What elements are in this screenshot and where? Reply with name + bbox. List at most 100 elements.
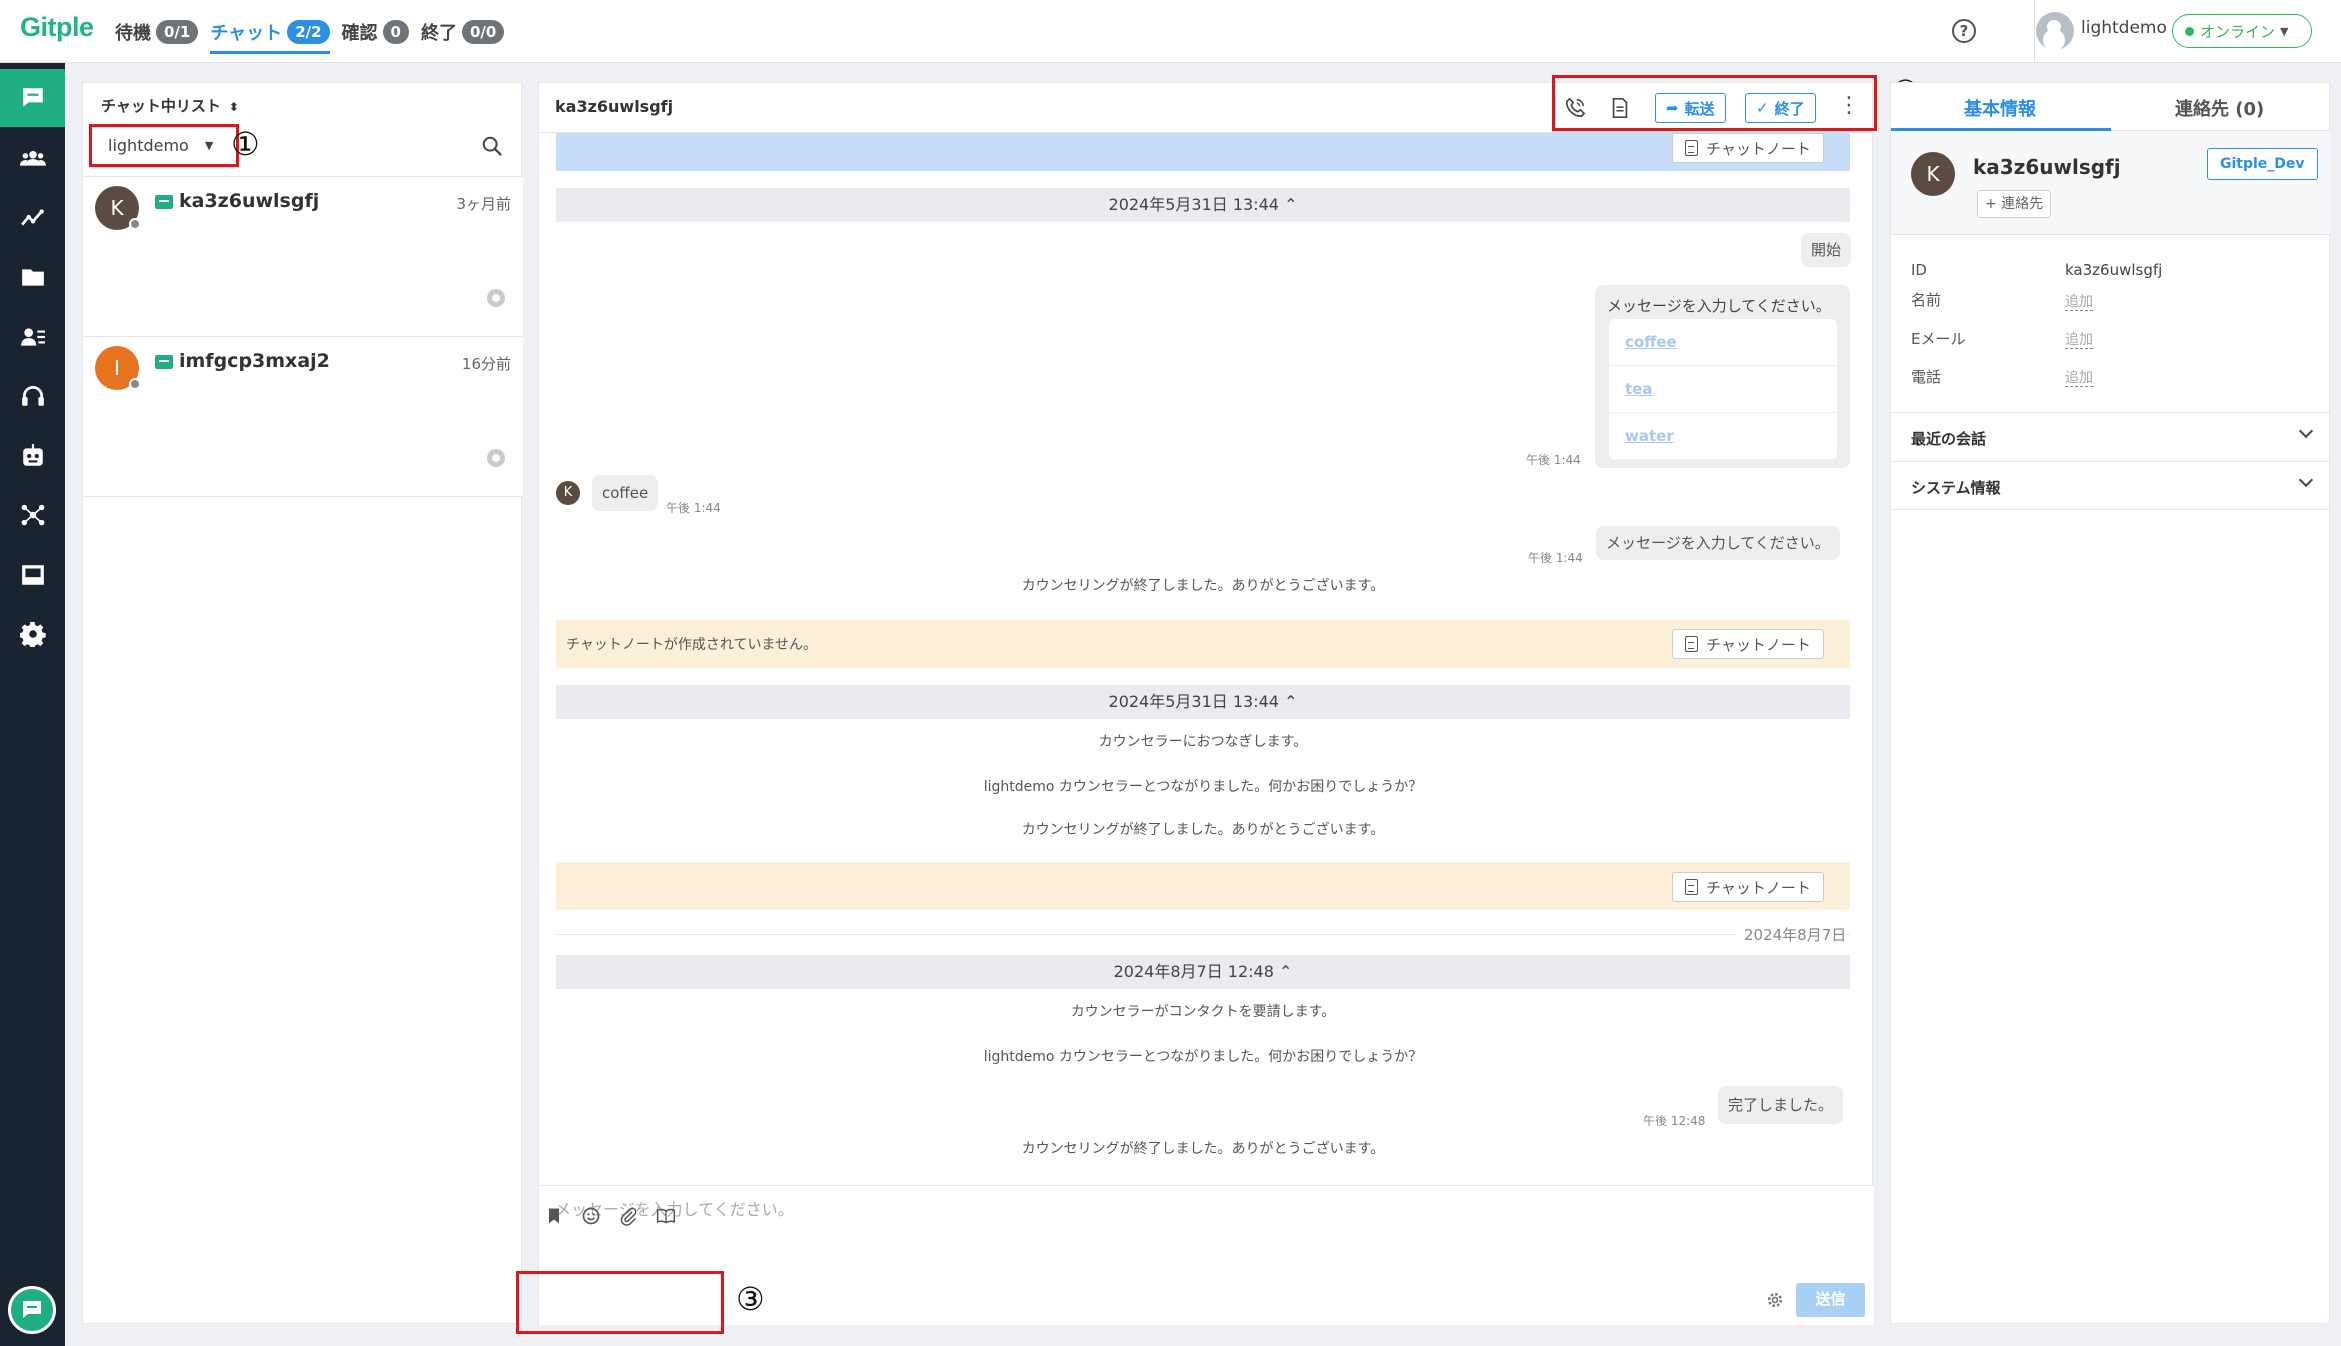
system-message: lightdemo カウンセラーとつながりました。何かお困りでしょうか？ <box>983 1049 1423 1065</box>
customer-tag[interactable]: Gitple_Dev <box>2207 148 2318 180</box>
session-date-bar[interactable]: 2024年8月7日 12:48 ⌃ <box>556 955 1850 989</box>
tab-closed[interactable]: 終了 0/0 <box>421 12 505 52</box>
nav-users[interactable] <box>0 129 65 187</box>
session-date: 2024年5月31日 13:44 <box>1108 692 1279 711</box>
web-chat-channel-icon <box>155 195 173 209</box>
nav-chat[interactable] <box>0 69 65 127</box>
chat-list-item[interactable]: I imfgcp3mxaj2 16分前 <box>83 337 523 497</box>
annotation-marker-3: ③ <box>736 1280 765 1318</box>
bookmark-icon[interactable] <box>544 1206 564 1226</box>
system-message: lightdemo カウンセラーとつながりました。何かお困りでしょうか？ <box>983 779 1423 795</box>
help-icon[interactable]: ? <box>1952 19 1976 43</box>
recent-conversations-accordion[interactable]: 最近の会話 <box>1891 412 2331 461</box>
avatar: I <box>95 346 141 390</box>
field-label-email: Eメール <box>1911 330 1966 348</box>
field-add-email[interactable]: 追加 <box>2065 332 2093 349</box>
chat-item-time: 16分前 <box>461 355 511 373</box>
online-status-dropdown[interactable]: オンライン ▼ <box>2172 14 2312 48</box>
inbox-icon <box>21 565 44 585</box>
chat-note-label: チャットノート <box>1706 139 1811 158</box>
avatar-initial: K <box>110 196 124 220</box>
paperclip-icon[interactable] <box>618 1206 638 1226</box>
chat-header: ka3z6uwlsgfj ➦ 転送 ✓ 終了 ⋮ <box>539 75 1877 133</box>
tab-waiting[interactable]: 待機 0/1 <box>115 12 199 52</box>
user-avatar[interactable] <box>2036 12 2074 50</box>
system-info-title: システム情報 <box>1911 479 2001 497</box>
menu-option[interactable]: coffee <box>1609 319 1837 366</box>
nav-network[interactable] <box>0 486 65 544</box>
tab-waiting-label: 待機 <box>115 23 151 44</box>
nav-contacts[interactable] <box>0 308 65 366</box>
chat-item-name: imfgcp3mxaj2 <box>179 350 330 372</box>
chat-panel: ka3z6uwlsgfj ➦転送 ✓終了 ⋮ ② チャットノート 2024年5月… <box>516 73 1920 1334</box>
tab-basic-info[interactable]: 基本情報 <box>1964 95 2036 121</box>
nav-inbox[interactable] <box>0 546 65 604</box>
chat-timeline[interactable]: チャットノート 2024年5月31日 13:44 ⌃ 開始 メッセージを入力して… <box>539 133 1874 1185</box>
nav-analytics[interactable] <box>0 188 65 246</box>
chevron-down-icon <box>2298 423 2314 439</box>
nav-files[interactable] <box>0 248 65 306</box>
gear-icon[interactable] <box>1765 1290 1785 1310</box>
forward-button[interactable]: ➦ 転送 <box>1655 93 1726 123</box>
left-nav <box>0 63 65 1346</box>
chat-note-button[interactable]: チャットノート <box>1672 872 1824 902</box>
message-composer: ③ 送信 <box>516 1185 1874 1334</box>
session-date-bar[interactable]: 2024年5月31日 13:44 ⌃ <box>556 188 1850 222</box>
user-name[interactable]: lightdemo <box>2081 18 2167 38</box>
system-info-accordion[interactable]: システム情報 <box>1891 461 2331 510</box>
recent-conversations-title: 最近の会話 <box>1911 430 1987 448</box>
tab-review[interactable]: 確認 0 <box>342 12 409 52</box>
system-message: カウンセリングが終了しました。ありがとうございます。 <box>1021 1141 1385 1157</box>
message-time: 午後 1:44 <box>666 501 721 515</box>
menu-option[interactable]: tea <box>1609 366 1837 413</box>
send-button[interactable]: 送信 <box>1796 1283 1865 1317</box>
assigned-agent-icon <box>487 449 505 467</box>
message-bubble: メッセージを入力してください。 <box>1596 526 1840 560</box>
tab-chat[interactable]: チャット 2/2 <box>210 12 330 54</box>
tab-closed-count: 0/0 <box>461 20 505 44</box>
emoji-icon[interactable] <box>581 1206 601 1226</box>
chat-widget-button[interactable] <box>8 1286 56 1334</box>
web-chat-channel-icon <box>155 355 173 369</box>
field-add-phone[interactable]: 追加 <box>2065 370 2093 387</box>
profile-card: K ka3z6uwlsgfj + 連絡先 Gitple_Dev <box>1891 131 2331 235</box>
document-icon[interactable] <box>1609 97 1631 119</box>
end-chat-button[interactable]: ✓ 終了 <box>1745 93 1816 123</box>
nav-support[interactable] <box>0 367 65 425</box>
chat-list-panel: チャット中リスト ⬍ lightdemo ▼ ① K ka3z6uwlsgfj 3… <box>82 82 523 1324</box>
day-separator <box>556 934 1850 935</box>
share-arrow-icon: ➦ <box>1666 99 1679 117</box>
menu-option[interactable]: water <box>1609 413 1837 460</box>
system-message: カウンセラーにおつなぎします。 <box>1098 734 1308 750</box>
agent-filter-dropdown[interactable]: lightdemo ▼ <box>89 124 239 167</box>
tab-contacts[interactable]: 連絡先 (0) <box>2175 95 2264 121</box>
chat-note-button[interactable]: チャットノート <box>1672 629 1824 659</box>
collapse-chevron-icon: ⌃ <box>1278 962 1293 981</box>
chat-note-label: チャットノート <box>1706 635 1811 654</box>
contacts-icon <box>20 328 45 346</box>
nav-settings[interactable] <box>0 605 65 663</box>
chat-list-title[interactable]: チャット中リスト ⬍ <box>101 95 239 116</box>
customer-message-bubble: coffee <box>592 475 659 511</box>
chat-note-label: チャットノート <box>1706 878 1811 897</box>
chat-note-button[interactable]: チャットノート <box>1672 133 1824 163</box>
sort-icon[interactable]: ⬍ <box>229 100 239 114</box>
nav-bot[interactable] <box>0 427 65 485</box>
message-time: 午後 1:44 <box>1526 453 1581 467</box>
message-bubble-start: 開始 <box>1801 233 1852 267</box>
call-icon[interactable] <box>1564 97 1586 119</box>
field-add-name[interactable]: 追加 <box>2065 294 2093 311</box>
search-icon[interactable] <box>481 135 503 157</box>
day-separator-label: 2024年8月7日 <box>1736 924 1847 945</box>
more-options-icon[interactable]: ⋮ <box>1838 95 1860 117</box>
chat-list-item[interactable]: K ka3z6uwlsgfj 3ヶ月前 <box>83 177 523 337</box>
add-contact-button[interactable]: + 連絡先 <box>1977 190 2052 218</box>
presence-dot-icon <box>129 218 141 230</box>
gitple-logo: Gitple <box>20 12 94 42</box>
caret-down-icon: ▼ <box>204 139 214 152</box>
session-date-bar[interactable]: 2024年5月31日 13:44 ⌃ <box>556 685 1850 719</box>
message-input[interactable] <box>555 1200 1855 1219</box>
book-icon[interactable] <box>656 1206 676 1226</box>
chat-note-band <box>556 862 1850 910</box>
tab-waiting-count: 0/1 <box>156 20 199 44</box>
